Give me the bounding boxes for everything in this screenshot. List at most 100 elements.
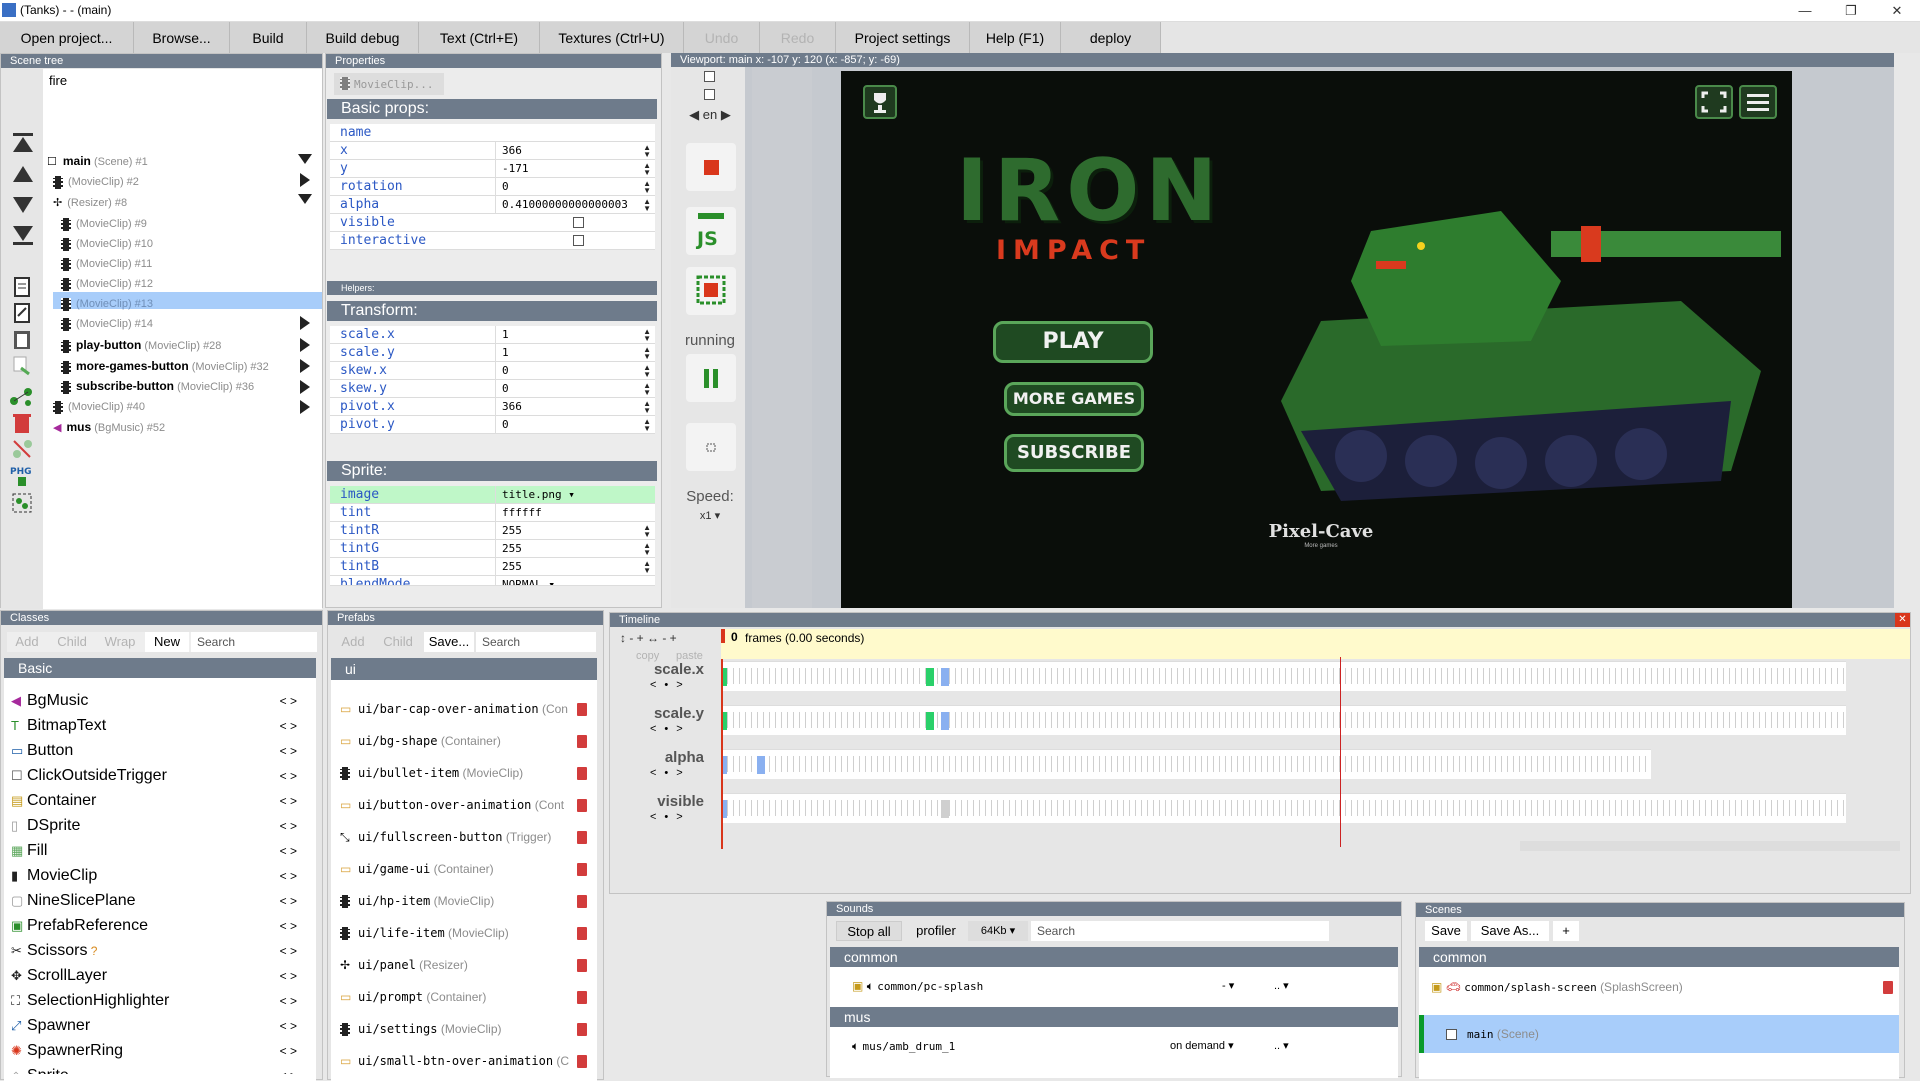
speed-select[interactable]: x1 ▾ bbox=[675, 509, 745, 522]
scene-item-selected[interactable]: main (Scene) bbox=[1419, 1015, 1899, 1053]
viewport-checkbox-1[interactable] bbox=[704, 71, 715, 82]
spinner-icon[interactable]: ▲ ▼ bbox=[643, 542, 651, 557]
expand-icon[interactable] bbox=[300, 173, 310, 187]
fit-viewport-button[interactable] bbox=[686, 423, 736, 471]
trash-icon[interactable] bbox=[577, 1023, 587, 1036]
trophy-button[interactable] bbox=[863, 85, 897, 119]
stop-all-button[interactable]: Stop all bbox=[836, 921, 902, 941]
prop-row-alpha[interactable]: alpha 0.41000000000000003 ▲ ▼ bbox=[330, 196, 655, 214]
spinner-icon[interactable]: ▲ ▼ bbox=[643, 364, 651, 379]
prop-row-name[interactable]: name bbox=[330, 124, 655, 142]
maximize-button[interactable]: ❐ bbox=[1828, 0, 1874, 22]
class-arrows[interactable]: < > bbox=[280, 839, 297, 863]
class-item[interactable]: T BitmapText < > bbox=[11, 714, 307, 738]
tree-row[interactable]: (MovieClip) #40 bbox=[53, 397, 145, 417]
class-item[interactable]: ◈Sprite < > bbox=[11, 1064, 307, 1074]
class-arrows[interactable]: < > bbox=[280, 1039, 297, 1063]
prop-row-image[interactable]: image title.png ▾ bbox=[330, 486, 655, 504]
class-item[interactable]: ▣ PrefabReference < > bbox=[11, 914, 307, 938]
trash-icon[interactable] bbox=[577, 799, 587, 812]
prefab-item[interactable]: ▭ ui/bar-cap-over-animation (Con bbox=[340, 693, 600, 725]
prefab-item[interactable]: ui/settings (MovieClip) bbox=[340, 1013, 600, 1045]
class-arrows[interactable]: < > bbox=[280, 939, 297, 963]
prop-value[interactable]: 255 bbox=[495, 558, 643, 576]
prefab-item[interactable]: ▭ ui/small-btn-over-animation (C bbox=[340, 1045, 600, 1077]
class-arrows[interactable]: < > bbox=[280, 764, 297, 788]
prop-row-tintG[interactable]: tintG 255 ▲ ▼ bbox=[330, 540, 655, 558]
prop-row-scale-y[interactable]: scale.y 1 ▲ ▼ bbox=[330, 344, 655, 362]
spinner-icon[interactable]: ▲ ▼ bbox=[643, 400, 651, 415]
prop-row-pivot-x[interactable]: pivot.x 366 ▲ ▼ bbox=[330, 398, 655, 416]
delete-icon[interactable] bbox=[11, 412, 33, 434]
collapse-resizer-icon[interactable] bbox=[298, 194, 312, 204]
sound-extra-select[interactable]: .. ▾ bbox=[1274, 1031, 1289, 1061]
prop-value[interactable]: 366 bbox=[495, 142, 643, 160]
move-down-icon[interactable] bbox=[11, 195, 35, 215]
class-arrows[interactable]: < > bbox=[280, 1064, 297, 1074]
viewport-checkbox-2[interactable] bbox=[704, 89, 715, 100]
trash-icon[interactable] bbox=[577, 767, 587, 780]
trash-icon[interactable] bbox=[577, 1055, 587, 1068]
keyframe-marker[interactable] bbox=[757, 756, 765, 774]
unwrap-icon[interactable] bbox=[11, 438, 33, 460]
wrap-icon[interactable] bbox=[9, 386, 35, 408]
class-item[interactable]: ▢ NineSlicePlane < > bbox=[11, 889, 307, 913]
prefab-child-button[interactable]: Child bbox=[374, 632, 422, 652]
prefab-item[interactable]: ui/bullet-item (MovieClip) bbox=[340, 757, 600, 789]
prefab-item[interactable]: ui/hp-item (MovieClip) bbox=[340, 885, 600, 917]
spinner-icon[interactable]: ▲ ▼ bbox=[643, 144, 651, 159]
class-arrows[interactable]: < > bbox=[280, 739, 297, 763]
redo-button[interactable]: Redo bbox=[760, 22, 836, 53]
class-arrows[interactable]: < > bbox=[280, 714, 297, 738]
class-item[interactable]: ▮ MovieClip < > bbox=[11, 864, 307, 888]
spinner-icon[interactable]: ▲ ▼ bbox=[643, 524, 651, 539]
class-item[interactable]: ◀ BgMusic < > bbox=[11, 689, 307, 713]
phg-icon[interactable]: PHG bbox=[10, 464, 34, 488]
text-button[interactable]: Text (Ctrl+E) bbox=[419, 22, 540, 53]
keyframe-nav[interactable]: <•> bbox=[650, 811, 691, 823]
trash-icon[interactable] bbox=[577, 863, 587, 876]
prop-value[interactable]: 1 bbox=[495, 326, 643, 344]
scene-item[interactable]: ▣ 🚗︎ common/splash-screen (SplashScreen) bbox=[1431, 969, 1896, 1005]
prefab-item[interactable]: ▭ ui/button-over-animation (Cont bbox=[340, 789, 600, 821]
track-scale-y[interactable] bbox=[721, 705, 1846, 735]
menu-button[interactable] bbox=[1739, 85, 1777, 119]
trash-icon[interactable] bbox=[577, 927, 587, 940]
pause-button[interactable] bbox=[686, 354, 736, 402]
paste-into-icon[interactable] bbox=[11, 354, 33, 376]
copy-icon[interactable] bbox=[11, 276, 33, 298]
keyframe-marker[interactable] bbox=[941, 712, 949, 730]
prop-row-skew-y[interactable]: skew.y 0 ▲ ▼ bbox=[330, 380, 655, 398]
trash-icon[interactable] bbox=[577, 895, 587, 908]
prop-value[interactable]: -171 bbox=[495, 160, 643, 178]
prop-row-x[interactable]: x 366 ▲ ▼ bbox=[330, 142, 655, 160]
class-item[interactable]: ▤ Container < > bbox=[11, 789, 307, 813]
language-switch[interactable]: ◀ en ▶ bbox=[682, 107, 738, 123]
prop-row-rotation[interactable]: rotation 0 ▲ ▼ bbox=[330, 178, 655, 196]
prefab-item[interactable]: ▭ ui/game-ui (Container) bbox=[340, 853, 600, 885]
tree-row[interactable]: (MovieClip) #13 bbox=[61, 294, 153, 314]
prop-checkbox[interactable] bbox=[573, 235, 584, 246]
help-button[interactable]: Help (F1) bbox=[970, 22, 1061, 53]
scene-save-button[interactable]: Save bbox=[1425, 921, 1467, 941]
profiler-button[interactable]: profiler bbox=[906, 921, 966, 941]
spinner-icon[interactable]: ▲ ▼ bbox=[643, 328, 651, 343]
class-arrows[interactable]: < > bbox=[280, 964, 297, 988]
prefab-item[interactable]: ▭ ui/bg-shape (Container) bbox=[340, 725, 600, 757]
prop-value[interactable]: ffffff bbox=[495, 504, 643, 522]
sound-mode-select[interactable]: - ▾ bbox=[1222, 971, 1234, 1001]
sound-search-input[interactable]: Search bbox=[1031, 921, 1329, 941]
tree-row[interactable]: ☐ main (Scene) #1 bbox=[47, 151, 148, 171]
spinner-icon[interactable]: ▲ ▼ bbox=[643, 346, 651, 361]
prop-row-skew-x[interactable]: skew.x 0 ▲ ▼ bbox=[330, 362, 655, 380]
track-alpha[interactable] bbox=[721, 749, 1651, 779]
tree-search-input[interactable]: fire bbox=[49, 73, 249, 89]
prop-row-scale-x[interactable]: scale.x 1 ▲ ▼ bbox=[330, 326, 655, 344]
prop-row-tintR[interactable]: tintR 255 ▲ ▼ bbox=[330, 522, 655, 540]
tree-row[interactable]: (MovieClip) #12 bbox=[61, 274, 153, 294]
move-bottom-icon[interactable] bbox=[11, 226, 35, 246]
sound-item[interactable]: 🔈︎ mus/amb_drum_1 on demand ▾ .. ▾ bbox=[852, 1031, 1392, 1061]
tree-row[interactable]: ✢ (Resizer) #8 bbox=[53, 193, 127, 213]
prop-value[interactable]: 0 bbox=[495, 362, 643, 380]
game-more-games-button[interactable]: MORE GAMES bbox=[1004, 382, 1144, 416]
